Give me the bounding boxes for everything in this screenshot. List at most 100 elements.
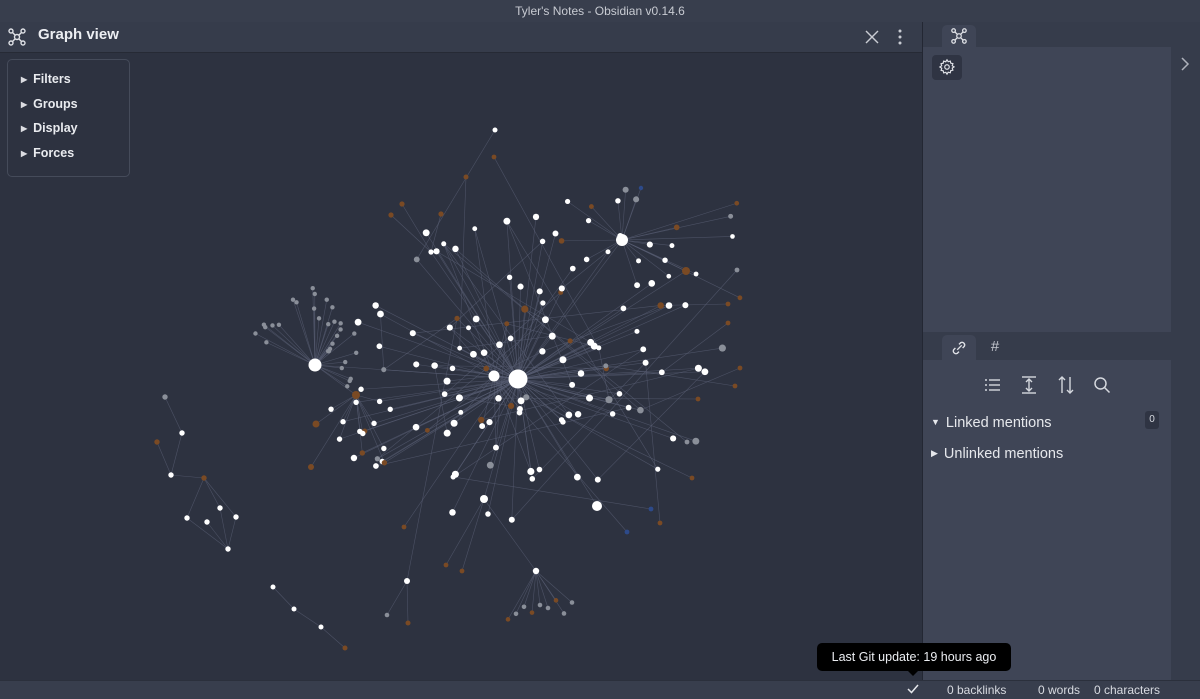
graph-node[interactable] — [481, 349, 488, 356]
list-icon[interactable] — [982, 374, 1004, 396]
graph-node[interactable] — [606, 249, 611, 254]
graph-node[interactable] — [423, 229, 430, 236]
graph-node[interactable] — [464, 175, 469, 180]
graph-node[interactable] — [353, 400, 358, 405]
graph-node[interactable] — [508, 336, 514, 342]
graph-node[interactable] — [340, 419, 345, 424]
graph-node[interactable] — [643, 360, 649, 366]
graph-node[interactable] — [507, 275, 512, 280]
graph-node[interactable] — [168, 472, 173, 477]
tab-local-graph[interactable] — [942, 25, 976, 47]
graph-node[interactable] — [204, 519, 209, 524]
graph-node[interactable] — [537, 467, 543, 473]
graph-node[interactable] — [574, 474, 581, 481]
graph-node[interactable] — [451, 474, 456, 479]
graph-node[interactable] — [633, 196, 639, 202]
graph-node[interactable] — [377, 311, 384, 318]
graph-node[interactable] — [184, 515, 189, 520]
graph-node[interactable] — [701, 368, 708, 375]
graph-node[interactable] — [659, 369, 665, 375]
graph-node[interactable] — [493, 445, 499, 451]
graph-node[interactable] — [537, 288, 543, 294]
graph-node[interactable] — [587, 339, 594, 346]
graph-node[interactable] — [473, 316, 480, 323]
graph-node[interactable] — [730, 234, 735, 239]
graph-node[interactable] — [565, 199, 570, 204]
graph-node[interactable] — [345, 384, 349, 388]
graph-node[interactable] — [486, 419, 492, 425]
graph-node[interactable] — [352, 391, 360, 399]
graph-node[interactable] — [312, 306, 316, 310]
graph-node[interactable] — [404, 578, 410, 584]
graph-node[interactable] — [327, 349, 331, 353]
graph-node[interactable] — [377, 399, 382, 404]
graph-node[interactable] — [381, 367, 386, 372]
graph-node[interactable] — [692, 438, 699, 445]
graph-node[interactable] — [637, 407, 644, 414]
graph-node[interactable] — [617, 391, 623, 397]
graph-node[interactable] — [371, 421, 376, 426]
graph-node[interactable] — [634, 329, 639, 334]
graph-node[interactable] — [444, 430, 451, 437]
graph-node[interactable] — [575, 411, 581, 417]
graph-node[interactable] — [648, 280, 655, 287]
graph-node[interactable] — [735, 268, 740, 273]
graph-node[interactable] — [726, 321, 731, 326]
graph-node[interactable] — [649, 507, 654, 512]
graph-node[interactable] — [357, 429, 362, 434]
close-icon[interactable] — [862, 27, 882, 47]
linked-mentions-toggle[interactable]: ▼Linked mentions — [931, 415, 1052, 431]
graph-node[interactable] — [217, 505, 222, 510]
graph-node[interactable] — [294, 300, 298, 304]
check-icon[interactable] — [906, 682, 920, 696]
graph-node[interactable] — [540, 239, 545, 244]
graph-settings-button[interactable] — [932, 55, 962, 80]
graph-node[interactable] — [570, 600, 575, 605]
chevron-right-icon[interactable] — [1178, 54, 1192, 74]
graph-node[interactable] — [509, 517, 515, 523]
expand-vertical-icon[interactable] — [1018, 374, 1040, 396]
graph-node[interactable] — [472, 226, 477, 231]
graph-node[interactable] — [682, 267, 690, 275]
graph-node[interactable] — [317, 316, 321, 320]
graph-node[interactable] — [343, 360, 347, 364]
graph-node[interactable] — [489, 371, 500, 382]
graph-node[interactable] — [433, 248, 439, 254]
graph-node[interactable] — [685, 440, 690, 445]
graph-node[interactable] — [479, 423, 485, 429]
graph-node[interactable] — [413, 424, 420, 431]
graph-node[interactable] — [447, 325, 453, 331]
graph-node[interactable] — [690, 476, 695, 481]
graph-node[interactable] — [406, 621, 411, 626]
graph-node[interactable] — [179, 430, 184, 435]
graph-node[interactable] — [504, 321, 509, 326]
graph-node[interactable] — [428, 249, 433, 254]
graph-node[interactable] — [313, 421, 320, 428]
graph-node[interactable] — [201, 475, 206, 480]
graph-node[interactable] — [410, 330, 416, 336]
graph-node[interactable] — [483, 366, 489, 372]
graph-node[interactable] — [332, 320, 336, 324]
graph-node[interactable] — [559, 356, 566, 363]
graph-node[interactable] — [233, 514, 238, 519]
groups-toggle[interactable]: ▶Groups — [21, 97, 78, 111]
graph-node[interactable] — [514, 611, 519, 616]
graph-node[interactable] — [719, 345, 726, 352]
graph-node[interactable] — [559, 417, 564, 422]
graph-node[interactable] — [399, 201, 404, 206]
graph-node[interactable] — [655, 467, 660, 472]
search-icon[interactable] — [1091, 374, 1113, 396]
graph-node[interactable] — [521, 306, 528, 313]
graph-node[interactable] — [615, 198, 620, 203]
graph-node[interactable] — [454, 316, 459, 321]
graph-node[interactable] — [326, 322, 330, 326]
graph-node[interactable] — [414, 256, 420, 262]
graph-node[interactable] — [308, 464, 314, 470]
graph-node[interactable] — [728, 214, 733, 219]
graph-node[interactable] — [640, 346, 646, 352]
filters-toggle[interactable]: ▶Filters — [21, 72, 71, 86]
graph-node[interactable] — [449, 509, 456, 516]
graph-node[interactable] — [503, 218, 510, 225]
graph-node[interactable] — [270, 323, 274, 327]
graph-node[interactable] — [292, 607, 297, 612]
